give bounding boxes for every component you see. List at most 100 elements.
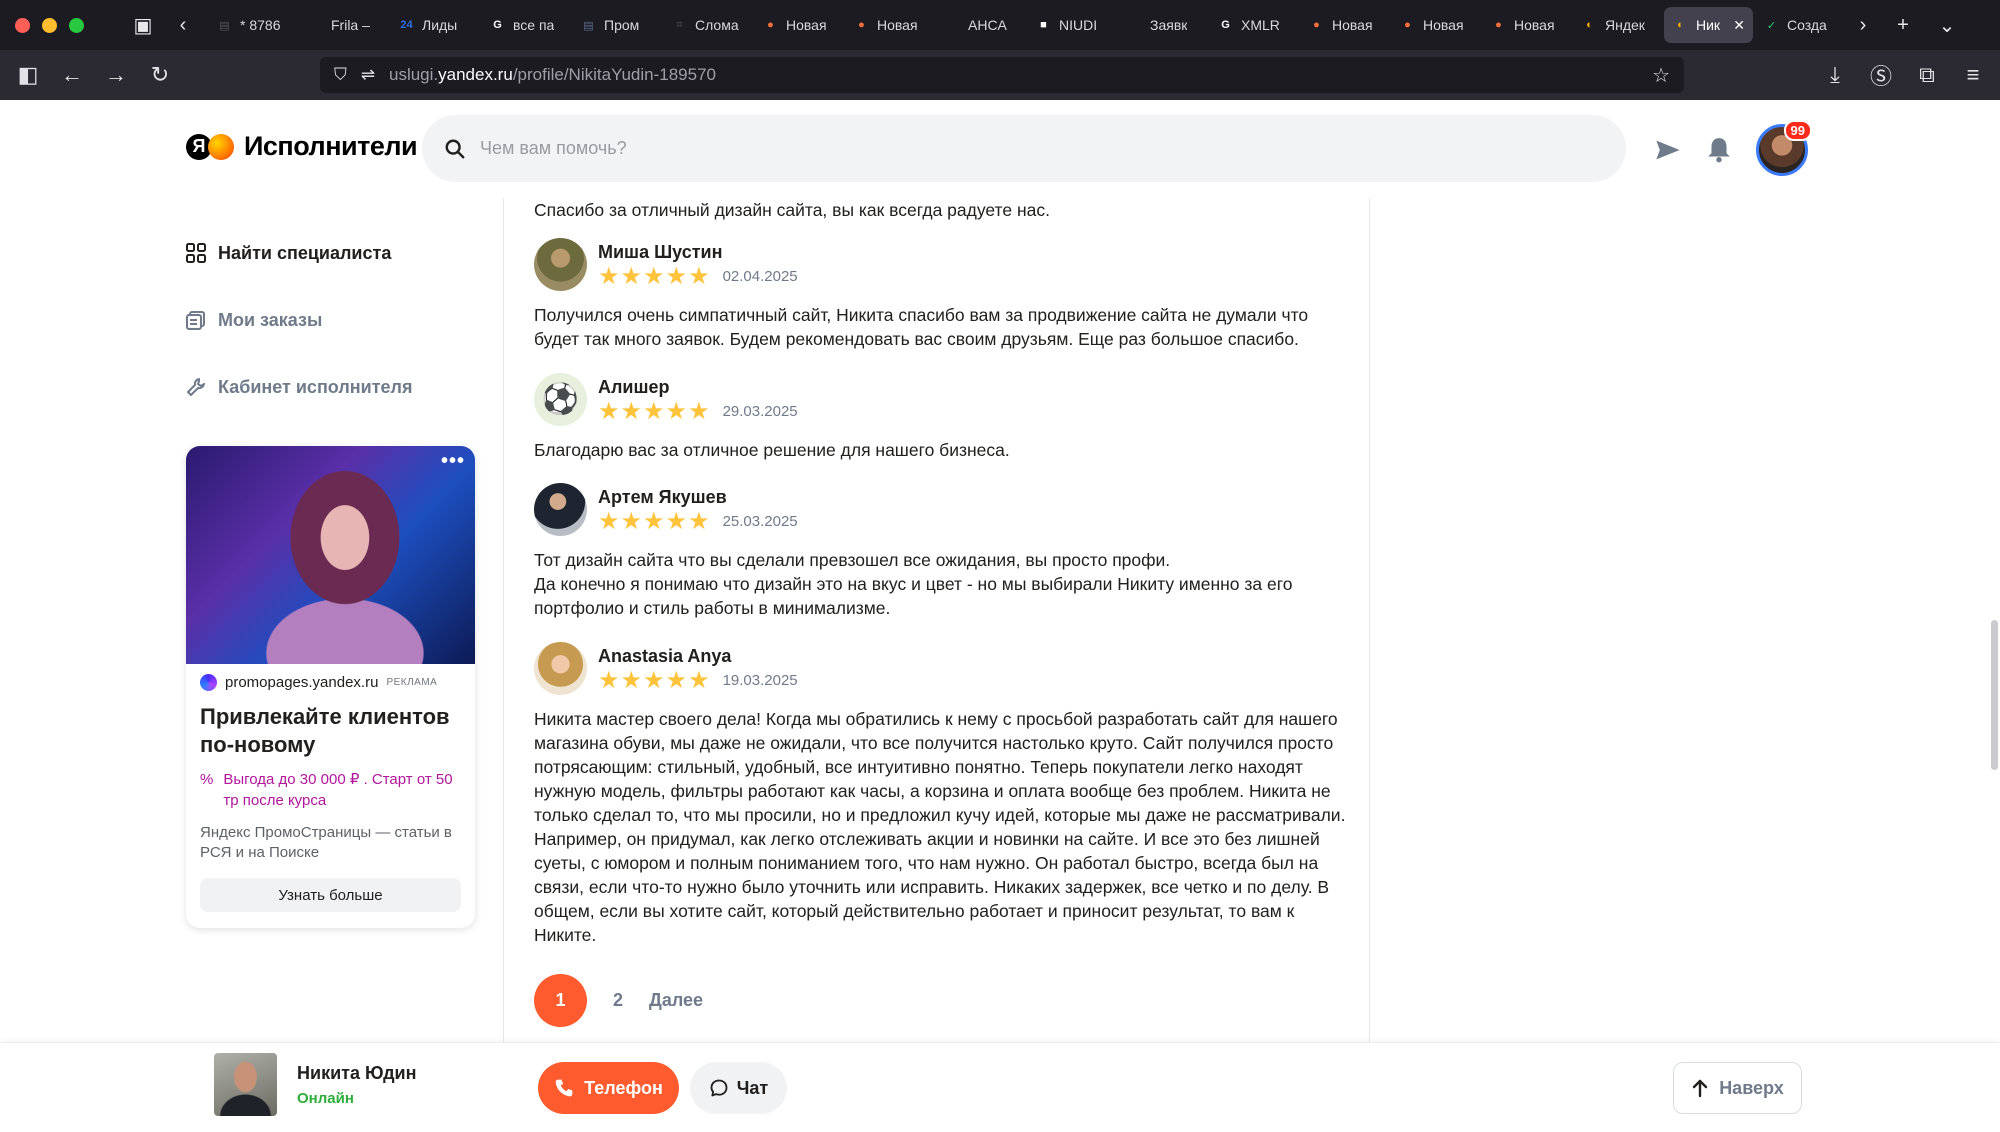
sidebar-item-my-orders[interactable]: Мои заказы — [186, 305, 476, 335]
send-icon[interactable] — [1654, 136, 1682, 164]
ad-menu-icon[interactable]: ••• — [441, 450, 465, 473]
search-bar[interactable] — [422, 115, 1626, 182]
tab-title: Пром — [604, 17, 640, 33]
reviewer-name[interactable]: Алишер — [598, 377, 798, 398]
tab-overview-icon[interactable]: ▣ — [128, 13, 158, 38]
page-2-link[interactable]: 2 — [613, 990, 623, 1011]
ad-body: promopages.yandex.ru реклама Привлекайте… — [186, 664, 475, 922]
pagination: 1 2 Далее — [534, 974, 703, 1027]
logo-text: Исполнители — [244, 131, 418, 161]
firefox-favicon-icon: ● — [1313, 19, 1320, 31]
sidebar-toggle-icon[interactable]: ◧ — [6, 62, 50, 88]
tab-title: Лиды — [422, 17, 458, 33]
scroll-to-top-button[interactable]: Наверх — [1673, 1062, 1802, 1114]
browser-tab[interactable]: Gвсе па — [481, 7, 570, 43]
ad-card[interactable]: ••• promopages.yandex.ru реклама Привлек… — [186, 446, 475, 928]
avatar[interactable] — [534, 238, 587, 291]
sidebar-item-label: Кабинет исполнителя — [218, 376, 413, 397]
bookmark-star-icon[interactable]: ☆ — [1652, 63, 1670, 88]
bell-icon[interactable] — [1706, 136, 1732, 164]
T-favicon-icon: T — [1131, 19, 1138, 31]
close-window-button[interactable] — [15, 17, 30, 33]
tabs-scroll-left-icon[interactable]: ‹ — [168, 14, 198, 37]
browser-tab[interactable]: ✓ Созда — [1755, 7, 1844, 43]
reviewer-name[interactable]: Anastasia Anya — [598, 646, 798, 667]
browser-tab[interactable]: T Заявк — [1118, 7, 1207, 43]
firefox-favicon-icon: ● — [1495, 19, 1502, 31]
page-scrollbar[interactable] — [1991, 620, 1998, 770]
avatar[interactable]: ⚽ — [534, 373, 587, 426]
browser-tab[interactable]: ● Новая — [754, 7, 843, 43]
maximize-window-button[interactable] — [69, 17, 84, 33]
browser-tab[interactable]: ◐ Ник ✕ — [1664, 7, 1753, 43]
browser-tab[interactable]: ● Новая — [1300, 7, 1389, 43]
back-icon[interactable]: ← — [50, 62, 94, 88]
learn-more-button[interactable]: Узнать больше — [200, 878, 461, 912]
downloads-icon[interactable]: ⤓ — [1820, 62, 1850, 88]
chat-icon — [710, 1079, 728, 1097]
review-date: 02.04.2025 — [722, 268, 798, 285]
account-icon[interactable]: Ⓢ — [1866, 59, 1896, 91]
profile-name: Никита Юдин — [297, 1063, 417, 1083]
chat-button[interactable]: Чат — [690, 1062, 787, 1114]
orders-icon — [186, 311, 205, 330]
browser-tab[interactable]: ● Новая — [845, 7, 934, 43]
left-sidebar: Найти специалиста Мои заказы Кабинет исп… — [186, 238, 476, 439]
browser-tab[interactable]: ▤ * 8786 — [208, 7, 297, 43]
next-page-link[interactable]: Далее — [649, 990, 703, 1011]
review-text-tail: Спасибо за отличный дизайн сайта, вы как… — [534, 200, 1050, 220]
firefox-favicon-icon: ● — [858, 19, 865, 31]
browser-tab[interactable]: G XMLR — [1209, 7, 1298, 43]
review-card: Миша Шустин ★★★★★ 02.04.2025 Получился о… — [534, 238, 1354, 351]
rating-stars: ★★★★★ — [598, 666, 711, 694]
new-tab-icon[interactable]: + — [1888, 14, 1918, 37]
search-input[interactable] — [480, 138, 1580, 159]
tab-list-chevron-icon[interactable]: ⌄ — [1932, 13, 1962, 38]
notification-badge: 99 — [1783, 120, 1812, 141]
ad-title[interactable]: Привлекайте клиентов по-новому — [200, 703, 461, 759]
browser-tab[interactable]: ● Новая — [1482, 7, 1571, 43]
reviews-section: Спасибо за отличный дизайн сайта, вы как… — [503, 198, 1370, 1042]
phone-button[interactable]: Телефон — [538, 1062, 679, 1114]
avatar[interactable] — [534, 642, 587, 695]
ad-domain-row: promopages.yandex.ru реклама — [200, 674, 461, 691]
extensions-icon[interactable]: ⧉ — [1912, 62, 1942, 88]
tab-title: Новая — [1423, 17, 1464, 33]
page-1-button[interactable]: 1 — [534, 974, 587, 1027]
browser-tab[interactable]: ⌗ Слома — [663, 7, 752, 43]
close-tab-icon[interactable]: ✕ — [1733, 17, 1745, 34]
address-bar[interactable]: ⛉ ⇌ uslugi.yandex.ru/profile/NikitaYudin… — [320, 57, 1684, 93]
review-text: Никита мастер своего дела! Когда мы обра… — [534, 709, 1346, 945]
A-favicon-icon: A — [948, 19, 957, 31]
G-favicon-icon: G — [493, 19, 502, 31]
avatar[interactable] — [534, 483, 587, 536]
reload-icon[interactable]: ↻ — [138, 62, 182, 88]
tab-title: AHCA — [968, 17, 1007, 33]
tabs-scroll-right-icon[interactable]: › — [1848, 14, 1878, 37]
reviewer-name[interactable]: Артем Якушев — [598, 487, 798, 508]
review-header: ⚽ Алишер ★★★★★ 29.03.2025 — [534, 373, 1354, 426]
forward-icon[interactable]: → — [94, 62, 138, 88]
wrench-icon — [187, 378, 205, 396]
review-text: Тот дизайн сайта что вы сделали превзоше… — [534, 550, 1293, 618]
sidebar-item-executor-cabinet[interactable]: Кабинет исполнителя — [186, 372, 476, 402]
browser-tab[interactable]: A AHCA — [936, 7, 1025, 43]
browser-tab[interactable]: ◐ Яндек — [1573, 7, 1662, 43]
browser-tab[interactable]: ▤ Пром — [572, 7, 661, 43]
rating-stars: ★★★★★ — [598, 262, 711, 290]
ad-offer-text: Выгода до 30 000 ₽ . Старт от 50 тр посл… — [223, 771, 453, 809]
menu-icon[interactable]: ≡ — [1958, 62, 1988, 88]
browser-tab[interactable]: 24 Лиды — [390, 7, 479, 43]
reviewer-name[interactable]: Миша Шустин — [598, 242, 798, 263]
browser-tab[interactable]: ■ NIUDI — [1027, 7, 1116, 43]
user-avatar[interactable]: 99 — [1756, 120, 1812, 176]
browser-tab[interactable]: ● Новая — [1391, 7, 1480, 43]
ad-domain[interactable]: promopages.yandex.ru — [225, 674, 378, 691]
minimize-window-button[interactable] — [42, 17, 57, 33]
site-logo[interactable]: Я Исполнители — [186, 131, 418, 162]
sidebar-item-find-specialist[interactable]: Найти специалиста — [186, 238, 476, 268]
shield-icon[interactable]: ⛉ — [334, 65, 347, 85]
site-permissions-icon[interactable]: ⇌ — [361, 65, 375, 85]
tab-title: Новая — [786, 17, 827, 33]
browser-tab[interactable]: ▲ Frila – — [299, 7, 388, 43]
